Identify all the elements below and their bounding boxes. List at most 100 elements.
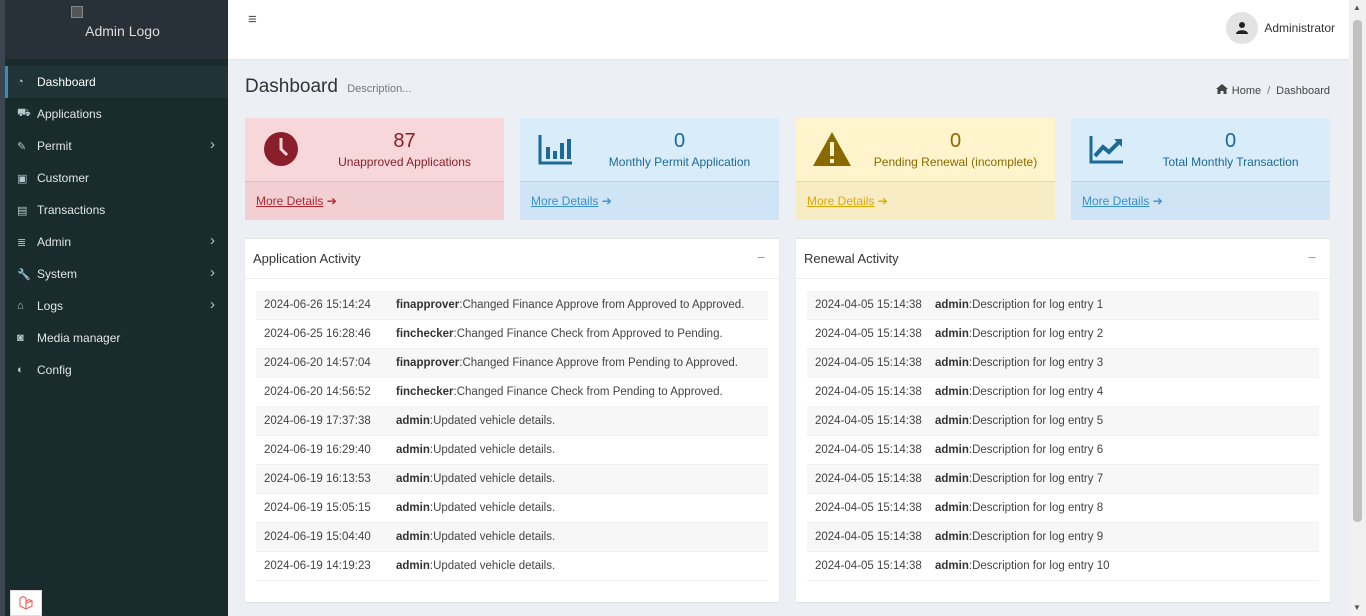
log-user: admin: [935, 531, 969, 543]
page-title-text: Dashboard: [245, 76, 338, 97]
user-menu[interactable]: Administrator: [1226, 12, 1335, 44]
stat-box-footer: More Details ➔: [796, 181, 1055, 220]
stat-box-top: 87 Unapproved Applications: [245, 118, 504, 181]
log-timestamp: 2024-06-19 14:19:23: [264, 560, 371, 572]
logo-alt-text: Admin Logo: [85, 22, 160, 39]
stat-value: 87: [393, 130, 416, 152]
chevron-right-icon: ›: [210, 136, 215, 153]
renewal-activity-list: 2024-04-05 15:14:38 admin:Description for…: [807, 291, 1319, 581]
breadcrumb-home-link[interactable]: Home: [1232, 85, 1261, 97]
log-row: 2024-04-05 15:14:38 admin:Description for…: [807, 552, 1319, 581]
stat-box-monthly-permit: 0 Monthly Permit Application More Detail…: [520, 118, 779, 220]
logo-area[interactable]: Admin Logo: [5, 0, 228, 59]
scroll-up-arrow-icon[interactable]: ▲: [1353, 3, 1361, 12]
more-details-link[interactable]: More Details: [256, 194, 323, 208]
bar-chart-icon: [536, 130, 576, 168]
log-user: admin: [935, 473, 969, 485]
log-message: :Description for log entry 2: [968, 328, 1104, 340]
breadcrumb-separator: /: [1267, 84, 1271, 97]
panel-title: Application Activity: [253, 251, 361, 266]
breadcrumb: Home / Dashboard: [1215, 84, 1330, 97]
sidebar-item-dashboard[interactable]: ◔ Dashboard: [5, 66, 228, 98]
log-message: :Updated vehicle details.: [429, 444, 556, 456]
log-timestamp: 2024-04-05 15:14:38: [815, 444, 922, 456]
toggle-icon: ◐: [17, 364, 24, 376]
page-scrollbar[interactable]: ▲ ▼: [1349, 0, 1366, 616]
user-avatar-icon: [1226, 12, 1259, 44]
more-details-link[interactable]: More Details: [531, 194, 598, 208]
more-details-link[interactable]: More Details: [1082, 194, 1149, 208]
log-message: :Description for log entry 5: [968, 415, 1104, 427]
sidebar-item-customer[interactable]: ▣ Customer: [5, 162, 228, 194]
stat-box-pending-renewal: 0 Pending Renewal (incomplete) More Deta…: [796, 118, 1055, 220]
log-timestamp: 2024-06-26 15:14:24: [264, 299, 371, 311]
log-user: admin: [935, 444, 969, 456]
stat-box-top: 0 Pending Renewal (incomplete): [796, 118, 1055, 181]
log-user: admin: [935, 299, 969, 311]
log-row: 2024-04-05 15:14:38 admin:Description for…: [807, 378, 1319, 407]
stat-box-top: 0 Monthly Permit Application: [520, 118, 779, 181]
sidebar-item-label: Permit: [37, 139, 72, 153]
log-row: 2024-04-05 15:14:38 admin:Description for…: [807, 291, 1319, 320]
scroll-down-arrow-icon[interactable]: ▼: [1353, 603, 1361, 612]
log-timestamp: 2024-04-05 15:14:38: [815, 328, 922, 340]
sidebar-item-config[interactable]: ◐ Config: [5, 354, 228, 386]
minimize-icon[interactable]: −: [757, 249, 765, 265]
car-icon: ⛟: [17, 107, 31, 119]
log-user: finapprover: [396, 299, 460, 311]
trend-up-icon: [1087, 130, 1127, 168]
more-details-label: More Details: [807, 194, 875, 208]
page-description: Description...: [347, 83, 412, 95]
chevron-right-icon: ›: [210, 232, 215, 249]
log-row: 2024-04-05 15:14:38 admin:Description for…: [807, 436, 1319, 465]
log-message: :Description for log entry 8: [968, 502, 1104, 514]
scrollbar-thumb[interactable]: [1353, 20, 1362, 522]
log-user: finapprover: [396, 357, 460, 369]
chevron-right-icon: ›: [210, 296, 215, 313]
log-row: 2024-04-05 15:14:38 admin:Description for…: [807, 320, 1319, 349]
arrow-circle-right-icon: ➔: [601, 194, 612, 208]
edit-icon: ✎: [17, 140, 27, 153]
laravel-icon[interactable]: [10, 590, 42, 616]
sidebar-item-logs[interactable]: ⌂ Logs ›: [5, 290, 228, 322]
log-user: admin: [935, 502, 969, 514]
log-user: admin: [935, 386, 969, 398]
log-row: 2024-06-19 14:19:23 admin:Updated vehicle…: [256, 552, 768, 581]
address-book-icon: ▣: [17, 172, 28, 185]
log-timestamp: 2024-04-05 15:14:38: [815, 415, 922, 427]
log-timestamp: 2024-06-20 14:56:52: [264, 386, 371, 398]
log-message: :Description for log entry 10: [968, 560, 1110, 572]
sidebar-item-permit[interactable]: ✎ Permit ›: [5, 130, 228, 162]
print-icon: ▤: [17, 204, 28, 217]
log-message: :Changed Finance Approve from Pending to…: [459, 357, 739, 369]
log-row: 2024-06-19 16:29:40 admin:Updated vehicle…: [256, 436, 768, 465]
more-details-link[interactable]: More Details: [807, 194, 874, 208]
sidebar-item-admin[interactable]: ≣ Admin ›: [5, 226, 228, 258]
application-activity-list: 2024-06-26 15:14:24 finapprover:Changed F…: [256, 291, 768, 581]
log-message: :Changed Finance Approve from Approved t…: [459, 299, 745, 311]
log-message: :Changed Finance Check from Pending to A…: [453, 386, 723, 398]
sidebar-item-media-manager[interactable]: ◙ Media manager: [5, 322, 228, 354]
log-user: admin: [935, 560, 969, 572]
log-message: :Changed Finance Check from Approved to …: [453, 328, 723, 340]
sidebar-item-label: Applications: [37, 107, 102, 121]
sidebar-item-label: Config: [37, 363, 72, 377]
sidebar-item-label: Dashboard: [37, 75, 96, 89]
panel-header: Renewal Activity −: [796, 239, 1330, 279]
log-message: :Updated vehicle details.: [429, 473, 556, 485]
arrow-circle-right-icon: ➔: [326, 194, 337, 208]
log-row: 2024-04-05 15:14:38 admin:Description for…: [807, 407, 1319, 436]
log-row: 2024-04-05 15:14:38 admin:Description for…: [807, 349, 1319, 378]
warning-icon: [812, 130, 852, 168]
log-timestamp: 2024-06-19 16:29:40: [264, 444, 371, 456]
breadcrumb-current: Dashboard: [1276, 84, 1330, 97]
minimize-icon[interactable]: −: [1308, 249, 1316, 265]
stat-boxes: 87 Unapproved Applications More Details …: [245, 118, 1330, 220]
sidebar-item-system[interactable]: 🔧 System ›: [5, 258, 228, 290]
more-details-label: More Details: [256, 194, 324, 208]
sidebar-item-applications[interactable]: ⛟ Applications: [5, 98, 228, 130]
sidebar-item-transactions[interactable]: ▤ Transactions: [5, 194, 228, 226]
stat-box-top: 0 Total Monthly Transaction: [1071, 118, 1330, 181]
log-message: :Updated vehicle details.: [429, 502, 556, 514]
hamburger-menu-icon[interactable]: ≡: [248, 11, 257, 28]
